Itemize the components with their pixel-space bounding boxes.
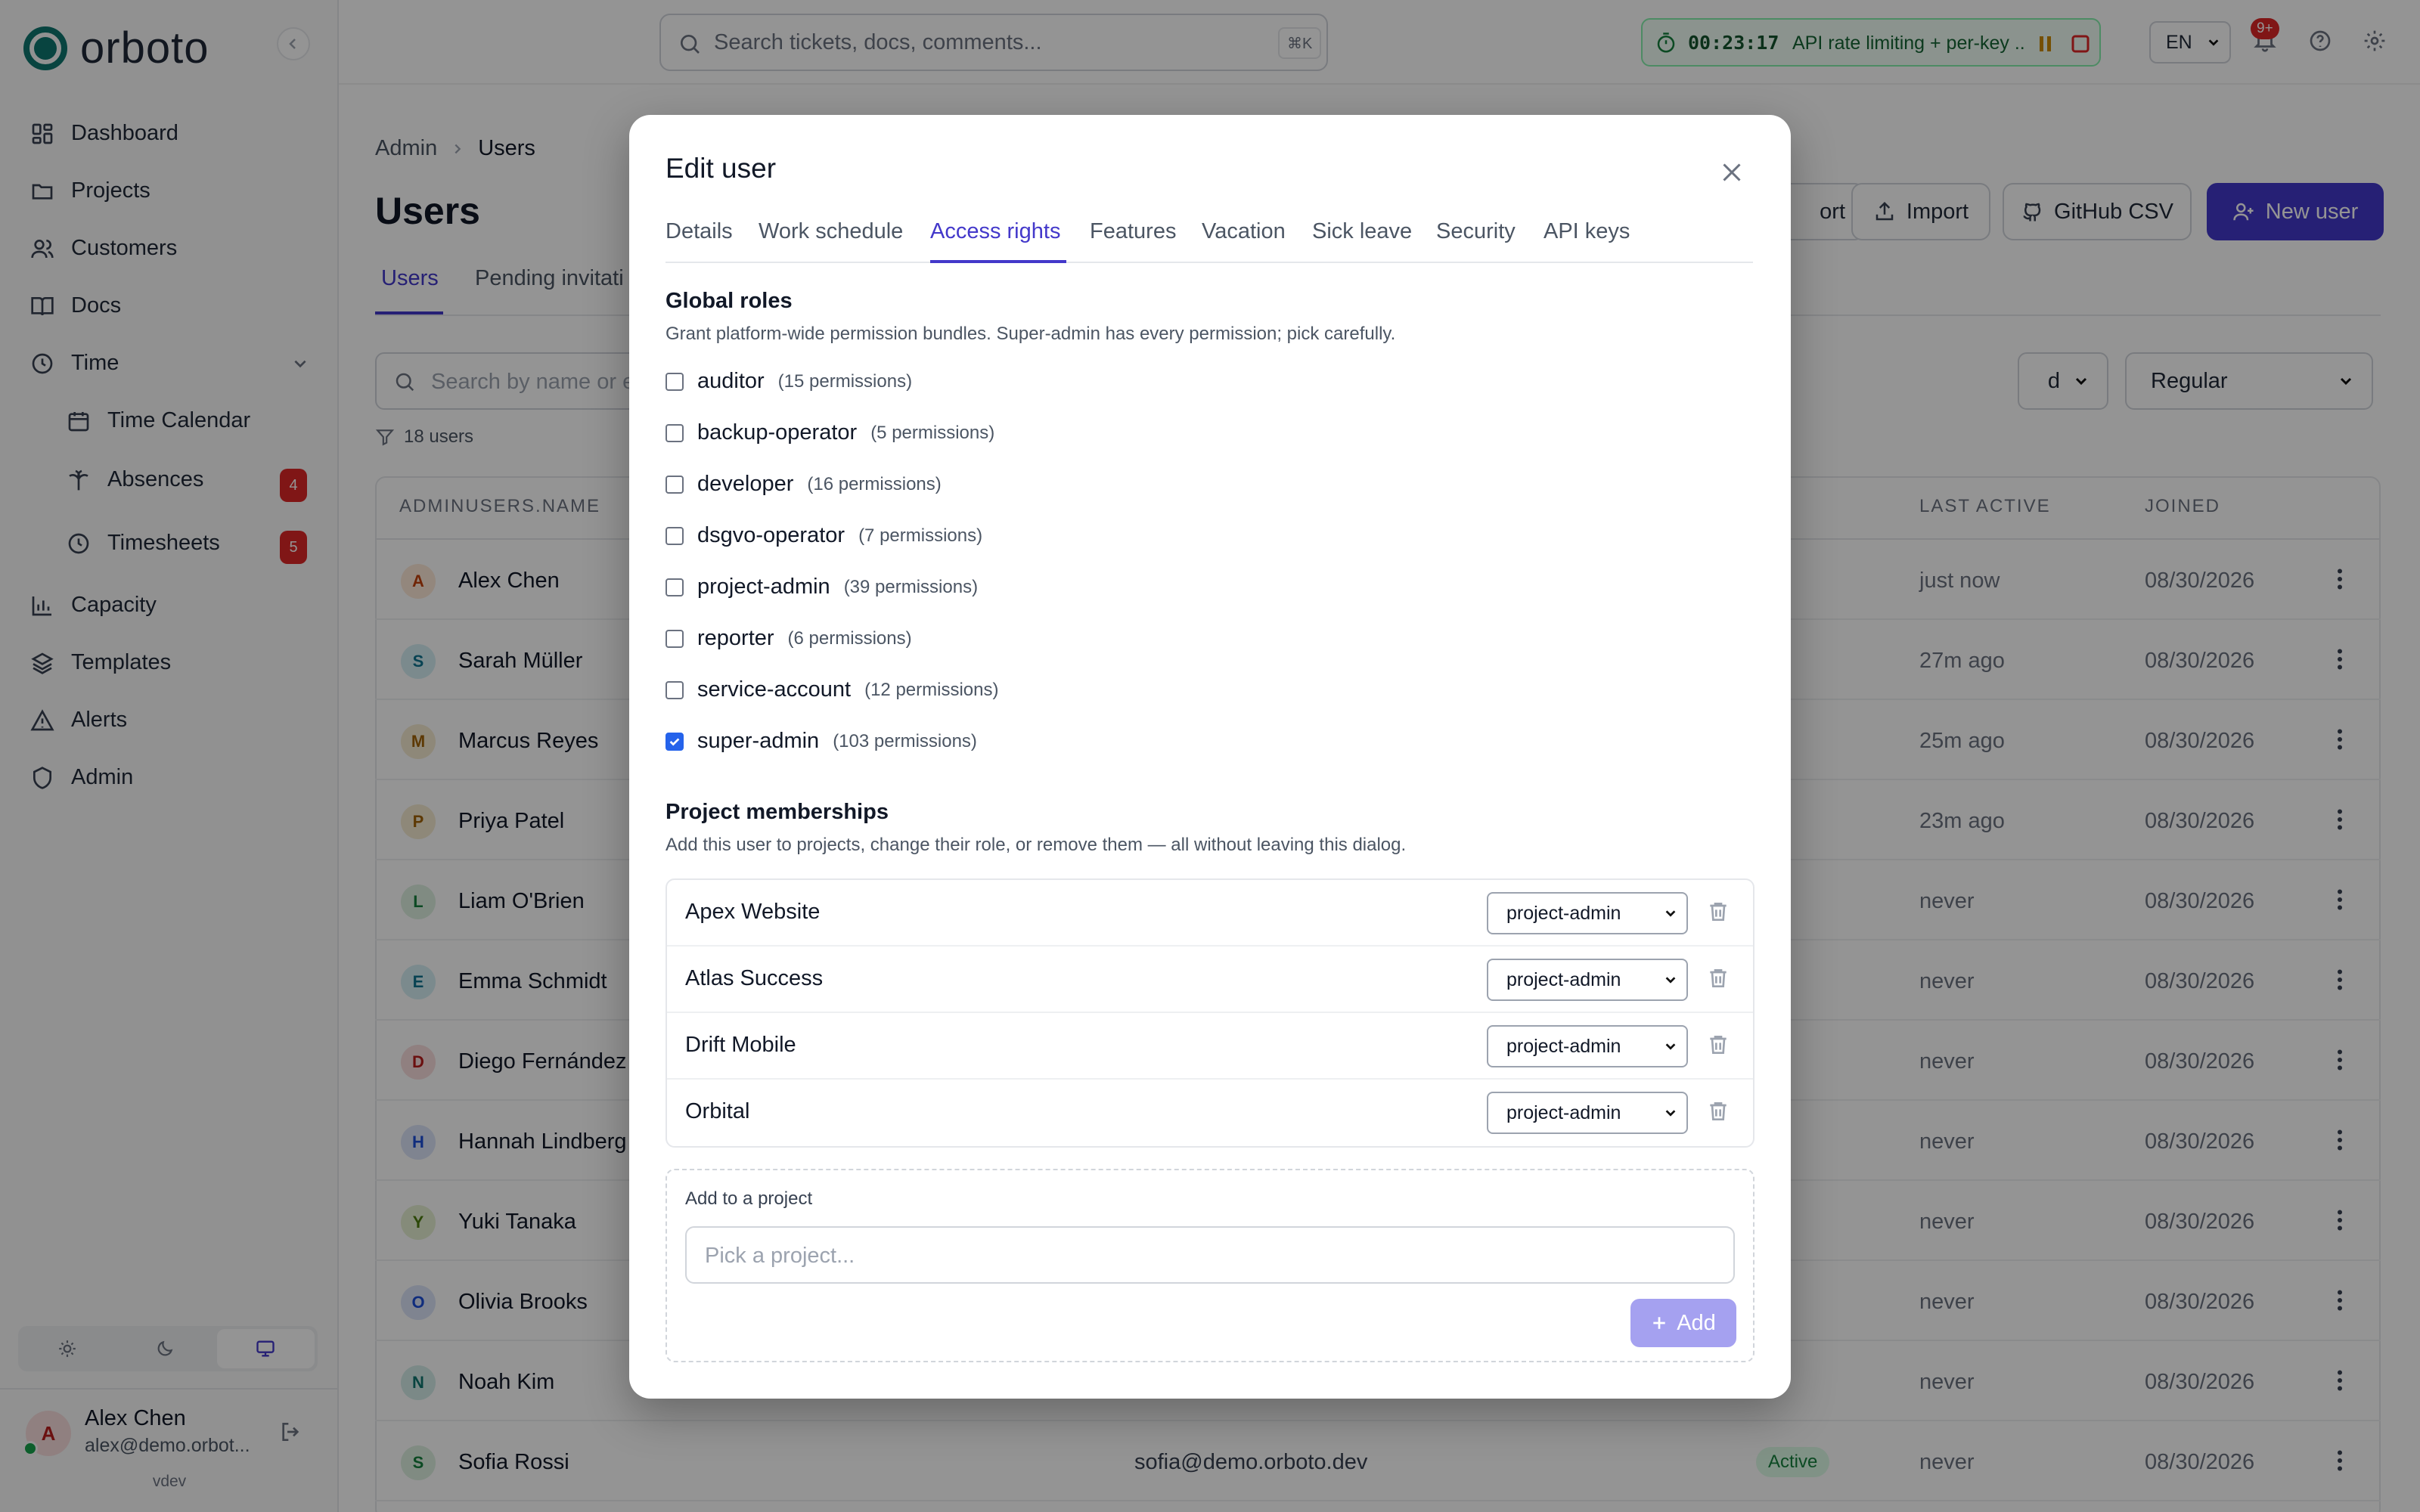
project-picker-placeholder: Pick a project... <box>705 1244 855 1268</box>
role-name: project-admin <box>697 575 830 599</box>
role-permission-count: (15 permissions) <box>777 370 913 392</box>
role-permission-count: (5 permissions) <box>870 422 995 443</box>
membership-role-select[interactable]: project-admin <box>1487 1092 1688 1134</box>
active-tab-indicator <box>930 260 1066 263</box>
role-permission-count: (16 permissions) <box>807 473 942 494</box>
membership-row: Atlas Success project-admin <box>667 947 1753 1013</box>
role-permission-count: (7 permissions) <box>858 525 983 546</box>
tab-security[interactable]: Security <box>1436 219 1516 244</box>
role-checkbox[interactable] <box>666 526 684 545</box>
role-option-service-account[interactable]: service-account (12 permissions) <box>666 677 998 702</box>
trash-icon <box>1710 1036 1727 1054</box>
trash-icon <box>1710 1102 1727 1120</box>
membership-project-name: Drift Mobile <box>685 1033 796 1057</box>
role-option-super-admin[interactable]: super-admin (103 permissions) <box>666 729 977 754</box>
membership-role-select[interactable]: project-admin <box>1487 959 1688 1001</box>
tab-access-rights[interactable]: Access rights <box>930 219 1060 244</box>
trash-icon <box>1710 903 1727 921</box>
role-permission-count: (39 permissions) <box>843 576 979 597</box>
add-project-label: Add to a project <box>685 1188 813 1209</box>
remove-membership-button[interactable] <box>1706 966 1730 990</box>
membership-row: Drift Mobile project-admin <box>667 1013 1753 1080</box>
membership-project-name: Orbital <box>685 1099 750 1123</box>
membership-role-select[interactable]: project-admin <box>1487 892 1688 934</box>
plus-icon <box>1653 1317 1665 1329</box>
role-option-auditor[interactable]: auditor (15 permissions) <box>666 369 912 394</box>
chevron-down-icon <box>1665 977 1676 984</box>
role-checkbox[interactable] <box>666 475 684 494</box>
role-option-backup-operator[interactable]: backup-operator (5 permissions) <box>666 420 994 445</box>
tab-work-schedule[interactable]: Work schedule <box>759 219 903 244</box>
tab-vacation[interactable]: Vacation <box>1202 219 1286 244</box>
chevron-down-icon <box>1665 1043 1676 1050</box>
role-name: reporter <box>697 626 774 650</box>
role-name: auditor <box>697 369 765 393</box>
role-option-developer[interactable]: developer (16 permissions) <box>666 472 942 497</box>
role-name: super-admin <box>697 729 820 753</box>
membership-role-value: project-admin <box>1506 1035 1621 1057</box>
membership-role-value: project-admin <box>1506 902 1621 924</box>
role-permission-count: (6 permissions) <box>787 627 912 649</box>
remove-membership-button[interactable] <box>1706 1099 1730 1123</box>
add-project-button-label: Add <box>1677 1310 1716 1335</box>
role-option-dsgvo-operator[interactable]: dsgvo-operator (7 permissions) <box>666 523 982 548</box>
dialog-title: Edit user <box>666 153 777 184</box>
role-option-reporter[interactable]: reporter (6 permissions) <box>666 626 912 651</box>
role-option-project-admin[interactable]: project-admin (39 permissions) <box>666 575 978 600</box>
membership-role-select[interactable]: project-admin <box>1487 1025 1688 1067</box>
global-roles-heading: Global roles <box>666 289 793 313</box>
role-checkbox[interactable] <box>666 372 684 391</box>
role-checkbox[interactable] <box>666 578 684 596</box>
membership-row: Apex Website project-admin <box>667 880 1753 947</box>
remove-membership-button[interactable] <box>1706 900 1730 924</box>
chevron-down-icon <box>1665 910 1676 917</box>
project-memberships-heading: Project memberships <box>666 800 889 824</box>
close-button[interactable] <box>1718 159 1745 186</box>
memberships-list: Apex Website project-admin Atlas Success… <box>666 878 1754 1148</box>
project-memberships-description: Add this user to projects, change their … <box>666 835 1407 855</box>
global-roles-description: Grant platform-wide permission bundles. … <box>666 324 1396 344</box>
tab-details[interactable]: Details <box>666 219 733 244</box>
chevron-down-icon <box>1665 1110 1676 1117</box>
role-checkbox[interactable] <box>666 680 684 699</box>
membership-project-name: Atlas Success <box>685 966 824 990</box>
role-checkbox[interactable] <box>666 732 684 751</box>
role-name: backup-operator <box>697 420 858 445</box>
add-project-button[interactable]: Add <box>1630 1299 1736 1347</box>
check-icon <box>669 737 680 746</box>
role-name: dsgvo-operator <box>697 523 845 547</box>
close-icon <box>1723 163 1741 181</box>
membership-role-value: project-admin <box>1506 1101 1621 1123</box>
dialog-tabs-divider <box>666 262 1753 263</box>
membership-row: Orbital project-admin <box>667 1080 1753 1146</box>
role-name: developer <box>697 472 794 496</box>
project-picker-input[interactable]: Pick a project... <box>685 1226 1735 1284</box>
role-permission-count: (12 permissions) <box>864 679 999 700</box>
role-checkbox[interactable] <box>666 423 684 442</box>
role-permission-count: (103 permissions) <box>833 730 977 751</box>
role-checkbox[interactable] <box>666 629 684 648</box>
membership-project-name: Apex Website <box>685 900 821 924</box>
remove-membership-button[interactable] <box>1706 1033 1730 1057</box>
edit-user-dialog: Edit user Details Work schedule Access r… <box>629 115 1791 1399</box>
add-project-panel: Add to a project Pick a project... Add <box>666 1169 1754 1362</box>
tab-features[interactable]: Features <box>1090 219 1176 244</box>
membership-role-value: project-admin <box>1506 968 1621 990</box>
tab-api-keys[interactable]: API keys <box>1544 219 1630 244</box>
role-name: service-account <box>697 677 852 702</box>
trash-icon <box>1710 969 1727 987</box>
tab-sick-leave[interactable]: Sick leave <box>1312 219 1412 244</box>
